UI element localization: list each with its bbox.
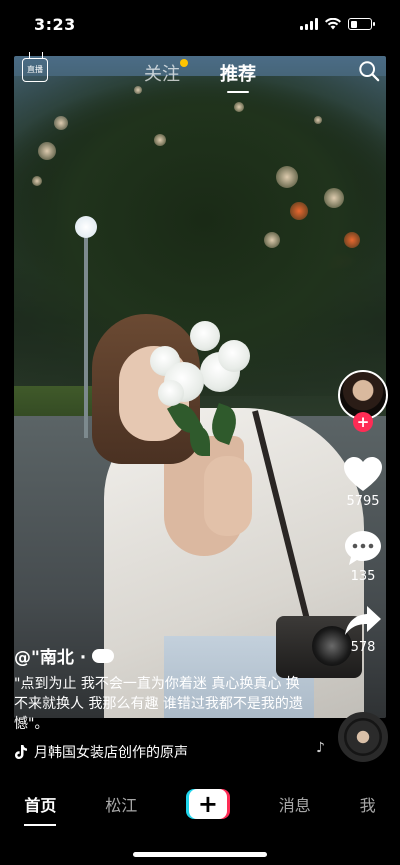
status-bar: 3:23 [0, 0, 400, 48]
wifi-icon [325, 18, 341, 30]
lamp-post [84, 228, 88, 438]
tiktok-note-icon [15, 745, 27, 759]
tab-recommended[interactable]: 推荐 [220, 60, 256, 93]
cloud-emoji-icon [92, 648, 115, 663]
music-info[interactable]: 月韩国女装店创作的原声 [14, 742, 188, 762]
search-icon[interactable] [358, 60, 380, 82]
share-arrow-icon [345, 606, 381, 635]
comment-button[interactable]: 135 [343, 529, 383, 584]
create-button[interactable]: + [185, 789, 230, 819]
tab-recommended-label: 推荐 [220, 64, 256, 85]
nav-local[interactable]: 松江 [105, 792, 137, 816]
home-indicator[interactable] [133, 852, 267, 857]
video-player[interactable] [14, 56, 386, 718]
plus-icon: + [188, 789, 227, 819]
video-caption: @"南北 · "点到为止 我不会一直为你着迷 真心换真心 换不来就换人 我那么有… [14, 643, 314, 734]
video-description: "点到为止 我不会一直为你着迷 真心换真心 换不来就换人 我那么有趣 谁错过我都… [14, 676, 303, 732]
music-disc[interactable] [338, 712, 388, 762]
tab-following[interactable]: 关注 [144, 59, 188, 86]
nav-me[interactable]: 我 [360, 792, 376, 816]
bottom-nav: 首页 松江 + 消息 我 [0, 778, 400, 830]
battery-level [350, 20, 358, 28]
heart-icon [344, 457, 382, 491]
follow-button[interactable]: + [353, 412, 373, 432]
nav-home[interactable]: 首页 [24, 792, 57, 826]
author-handle[interactable]: @"南北 · [14, 643, 86, 668]
share-count: 578 [350, 640, 376, 655]
feed-tabs: 关注 推荐 [0, 59, 400, 93]
lamp-globe [75, 216, 97, 238]
music-title[interactable]: 月韩国女装店创作的原声 [34, 742, 188, 762]
like-count: 5795 [346, 494, 380, 509]
battery-icon [348, 18, 375, 30]
status-icons [300, 18, 375, 30]
top-nav: 直播 关注 推荐 [0, 56, 400, 93]
floating-note-icon: ♪ [316, 740, 325, 756]
comment-icon [345, 531, 381, 565]
comment-count: 135 [350, 569, 376, 584]
author-name[interactable]: @"南北 · [14, 643, 314, 668]
share-button[interactable]: 578 [343, 604, 383, 655]
author-avatar-button[interactable]: + [338, 370, 388, 432]
cellular-signal-icon [300, 18, 318, 30]
status-time: 3:23 [34, 14, 76, 34]
like-button[interactable]: 5795 [343, 456, 383, 509]
action-column: + 5795 135 578 [336, 370, 390, 655]
notification-dot [180, 59, 188, 67]
tab-following-label: 关注 [144, 64, 180, 85]
nav-messages[interactable]: 消息 [279, 792, 311, 816]
